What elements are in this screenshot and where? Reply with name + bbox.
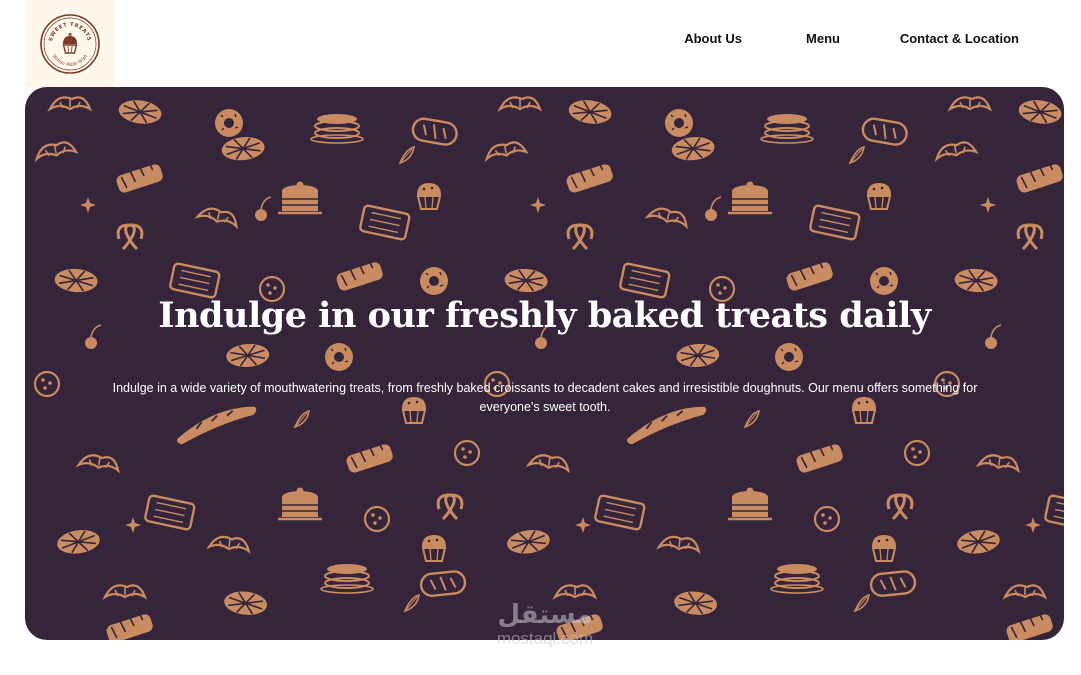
watermark-logo-text: مستقل [497,600,593,630]
nav-contact-location-link[interactable]: Contact & Location [900,31,1019,46]
watermark-url: mostaql.com [496,629,594,648]
nav-about-us-link[interactable]: About Us [684,31,742,46]
page: SWEET TREATS Within Walls Wish About Us … [0,0,1081,675]
hero-title: Indulge in our freshly baked treats dail… [158,295,931,336]
nav-menu-link[interactable]: Menu [806,31,840,46]
hero-banner: Indulge in our freshly baked treats dail… [25,87,1064,640]
bakery-pattern-background [25,87,1064,640]
mostaql-watermark: مستقل mostaql.com [470,600,620,648]
site-logo[interactable]: SWEET TREATS Within Walls Wish [25,0,115,87]
cupcake-icon [62,32,78,54]
sweet-treats-logo: SWEET TREATS Within Walls Wish [40,13,100,74]
hero-description: Indulge in a wide variety of mouthwateri… [112,381,978,414]
